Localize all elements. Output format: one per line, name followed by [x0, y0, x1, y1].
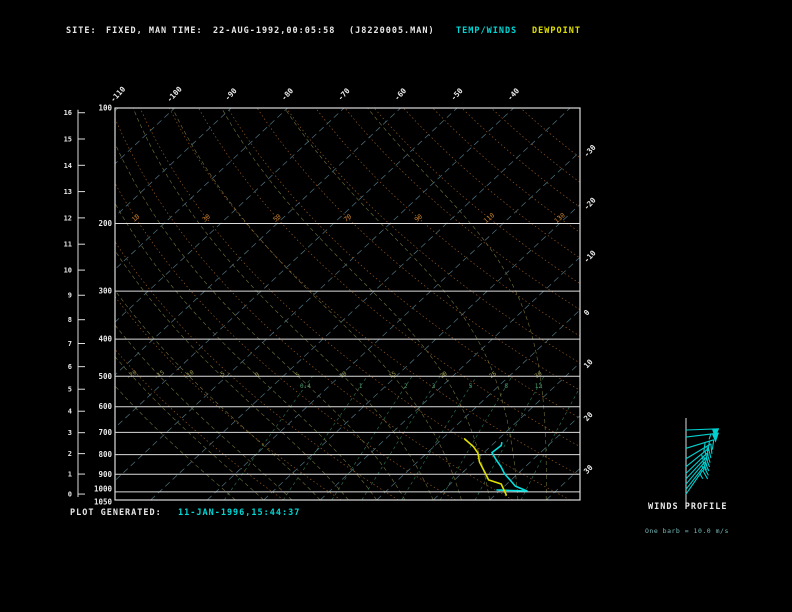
svg-text:30: 30	[582, 463, 595, 476]
svg-text:200: 200	[98, 219, 112, 228]
svg-text:30: 30	[201, 212, 212, 223]
site-label: SITE:	[66, 26, 97, 36]
svg-text:1: 1	[359, 383, 363, 390]
svg-text:-110: -110	[108, 84, 127, 104]
svg-text:4: 4	[68, 408, 72, 416]
svg-text:500: 500	[98, 372, 112, 381]
svg-text:20: 20	[582, 410, 595, 423]
svg-text:110: 110	[482, 211, 496, 225]
svg-text:12: 12	[64, 214, 72, 222]
svg-text:5: 5	[469, 383, 473, 390]
svg-text:0: 0	[582, 308, 592, 318]
svg-text:0.4: 0.4	[300, 383, 311, 390]
svg-text:3: 3	[432, 383, 436, 390]
svg-text:900: 900	[98, 470, 112, 479]
svg-text:10: 10	[130, 212, 141, 223]
svg-text:10: 10	[64, 267, 72, 275]
moist-adiabat-lines: -20 -15 -10 -5 0 5 10 15 20 25 30	[115, 108, 547, 500]
svg-text:12: 12	[535, 383, 543, 390]
height-axis: 012345678910111213141516	[64, 109, 85, 499]
svg-text:300: 300	[98, 287, 112, 296]
svg-text:10: 10	[582, 357, 595, 370]
legend-temp-winds: TEMP/WINDS	[456, 26, 518, 36]
svg-text:10: 10	[338, 370, 348, 380]
wind-profile-panel	[685, 418, 719, 503]
svg-text:-100: -100	[165, 84, 184, 104]
svg-text:20: 20	[439, 370, 449, 380]
svg-text:50: 50	[271, 212, 282, 223]
plot-generated-label: PLOT GENERATED:	[70, 508, 162, 518]
svg-text:30: 30	[534, 370, 544, 380]
winds-profile-title: WINDS PROFILE	[648, 502, 728, 512]
svg-text:3: 3	[68, 429, 72, 437]
plot-generated-value: 11-JAN-1996,15:44:37	[178, 508, 301, 518]
svg-text:15: 15	[64, 136, 72, 144]
svg-text:1000: 1000	[94, 484, 113, 493]
time-value: 22-AUG-1992,00:05:58	[213, 26, 336, 36]
svg-text:0: 0	[254, 371, 261, 379]
svg-text:2: 2	[404, 383, 408, 390]
svg-text:-70: -70	[336, 86, 352, 102]
svg-text:600: 600	[98, 402, 112, 411]
svg-text:-60: -60	[392, 86, 408, 102]
svg-text:16: 16	[64, 109, 72, 117]
svg-text:1050: 1050	[94, 498, 113, 507]
winds-barb-caption: One barb = 10.0 m/s	[645, 527, 729, 535]
svg-text:9: 9	[68, 292, 72, 300]
svg-text:100: 100	[98, 104, 112, 113]
site-value: FIXED, MAN	[106, 26, 168, 36]
svg-text:-20: -20	[125, 369, 138, 381]
svg-text:90: 90	[413, 212, 424, 223]
svg-text:13: 13	[64, 188, 72, 196]
svg-text:400: 400	[98, 335, 112, 344]
svg-text:6: 6	[68, 363, 72, 371]
svg-text:8: 8	[68, 316, 72, 324]
pressure-gridlines	[115, 223, 580, 493]
plot-frame	[114, 107, 581, 501]
skewt-display: 0.4 1 2 3 5 8 12 -20 -15 -10 -5 0 5 10 15 20 25 30 10 30 50 7…	[0, 0, 792, 612]
dry-adiabat-lines: 10 30 50 70 90 110 130	[115, 108, 580, 500]
svg-text:700: 700	[98, 428, 112, 437]
svg-text:-50: -50	[449, 86, 465, 102]
isotherm-right-labels: -30 -20 -10 0 10 20 30	[582, 143, 598, 476]
svg-text:8: 8	[504, 383, 508, 390]
svg-text:11: 11	[64, 241, 72, 249]
file-id: (J8220005.MAN)	[349, 26, 435, 36]
svg-text:14: 14	[64, 162, 72, 170]
svg-text:-40: -40	[505, 86, 521, 102]
svg-text:1: 1	[68, 471, 72, 479]
legend-dewpoint: DEWPOINT	[532, 26, 581, 36]
svg-text:800: 800	[98, 450, 112, 459]
svg-text:-10: -10	[582, 248, 598, 264]
isotherm-lines	[115, 108, 580, 500]
svg-text:-5: -5	[216, 370, 226, 380]
svg-text:5: 5	[294, 371, 301, 379]
mixing-ratio-lines: 0.4 1 2 3 5 8 12	[223, 376, 580, 500]
svg-text:7: 7	[68, 340, 72, 348]
time-label: TIME:	[172, 26, 203, 36]
svg-text:-90: -90	[223, 86, 239, 102]
svg-text:-20: -20	[582, 195, 598, 211]
svg-text:-80: -80	[279, 86, 295, 102]
pressure-axis-labels: 100 200 300 400 500 600 700 800 900 1000 1050	[94, 104, 113, 507]
svg-text:5: 5	[68, 386, 72, 394]
svg-text:25: 25	[488, 370, 498, 380]
skewt-chart-canvas: 0.4 1 2 3 5 8 12-20 -15 -10 -5 0 5 10 15 20 25 3010 30 50 7…	[64, 84, 719, 507]
svg-text:2: 2	[68, 450, 72, 458]
svg-text:-15: -15	[153, 369, 166, 381]
svg-text:-30: -30	[582, 143, 598, 159]
svg-text:0: 0	[68, 491, 72, 499]
isotherm-top-labels: -110 -100 -90 -80 -70 -60 -50 -40	[108, 84, 521, 104]
